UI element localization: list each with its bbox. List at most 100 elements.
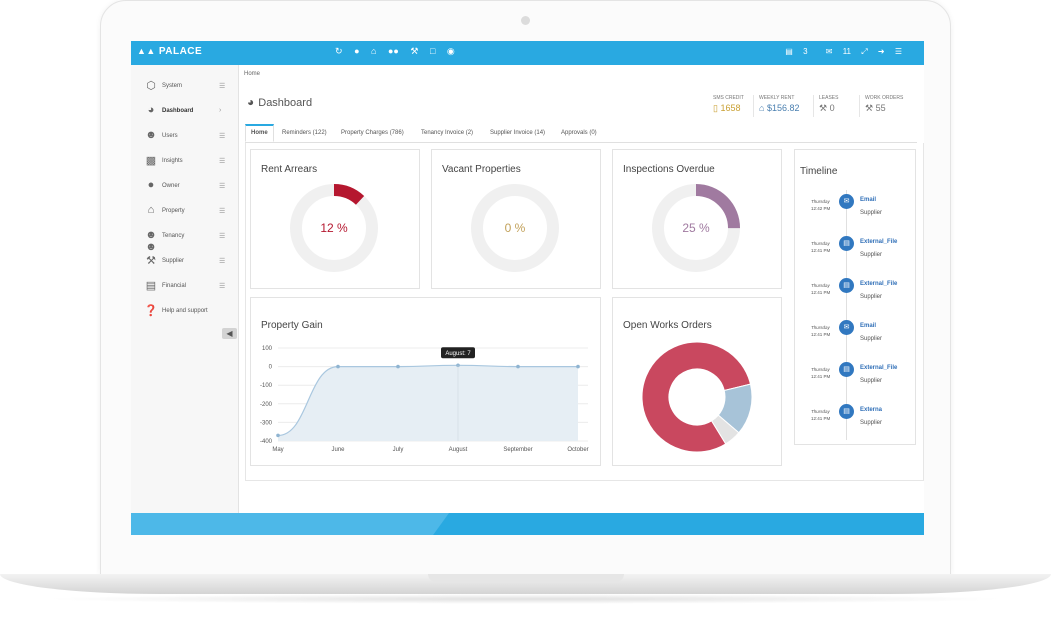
sidebar-item-owner[interactable]: ● Owner ☰: [131, 174, 238, 199]
timeline-item-name[interactable]: Email: [860, 323, 876, 329]
user-icon[interactable]: ●: [354, 46, 359, 56]
gauge-value: 0 %: [505, 221, 526, 235]
envelope-icon: ✉: [825, 47, 833, 56]
sidebar-item-help[interactable]: ❓ Help and support: [131, 299, 238, 324]
menu-icon[interactable]: ☰: [895, 47, 902, 56]
page-title-text: Dashboard: [258, 97, 313, 109]
sidebar-item-dashboard[interactable]: ◕ Dashboard ›: [131, 99, 238, 124]
logout-icon[interactable]: ➜: [878, 47, 885, 56]
tab-supplier-invoice[interactable]: Supplier Invoice (14): [485, 125, 550, 141]
sidebar-item-supplier[interactable]: ⚒ Supplier ☰: [131, 249, 238, 274]
sidebar: ⬡ System ☰ ◕ Dashboard › ☻ Users ☰ ▩ Ins…: [131, 65, 239, 513]
footer-band: [131, 513, 924, 535]
documents-button[interactable]: ▤ 3: [777, 47, 807, 56]
tooltip-text: August: 7: [445, 351, 471, 357]
timeline-date: Thursday 12:42 PM: [811, 199, 837, 211]
mobile-icon: ▯: [713, 103, 718, 113]
timeline-time: 12:41 PM: [811, 290, 831, 295]
tab-home[interactable]: Home: [245, 124, 274, 142]
bank-icon: ▤: [145, 280, 157, 292]
refresh-icon[interactable]: ↻: [335, 46, 343, 56]
vacant-properties-gauge: 0 %: [471, 184, 559, 272]
stat-value-text: 0: [829, 103, 835, 113]
y-tick-label: -400: [260, 439, 273, 445]
list-icon: ☰: [219, 258, 226, 265]
sidebar-item-system[interactable]: ⬡ System ☰: [131, 74, 238, 99]
area-fill: [278, 365, 578, 441]
fullscreen-icon[interactable]: ⤢: [861, 47, 867, 56]
timeline-item[interactable]: Thursday 12:41 PM ▤ External_File Supplier: [795, 362, 915, 405]
timeline-date: Thursday 12:41 PM: [811, 409, 837, 421]
laptop-notch: [428, 574, 624, 582]
y-tick-label: 100: [262, 346, 273, 352]
sidebar-item-property[interactable]: ⌂ Property ☰: [131, 199, 238, 224]
data-point: [576, 364, 580, 369]
tab-reminders[interactable]: Reminders (122): [277, 125, 332, 141]
timeline-item[interactable]: Thursday 12:41 PM ▤ Externa Supplier: [795, 404, 915, 447]
timeline-item[interactable]: Thursday 12:42 PM ✉ Email Supplier: [795, 194, 915, 237]
sidebar-item-users[interactable]: ☻ Users ☰: [131, 124, 238, 149]
wrench-icon[interactable]: ⚒: [410, 46, 418, 56]
sidebar-item-financial[interactable]: ▤ Financial ☰: [131, 274, 238, 299]
stat-sms-credit: SMS CREDIT ▯ 1658: [713, 95, 744, 117]
eye-icon[interactable]: ◉: [447, 46, 455, 56]
timeline-item[interactable]: Thursday 12:41 PM ▤ External_File Supplier: [795, 278, 915, 321]
messages-count: 11: [842, 47, 852, 56]
stat-work-orders: WORK ORDERS ⚒ 55: [859, 95, 903, 117]
timeline-day: Thursday: [811, 409, 830, 414]
tab-tenancy-invoice[interactable]: Tenancy Invoice (2): [416, 125, 478, 141]
y-tick-label: 0: [269, 365, 273, 371]
stat-weekly-rent: WEEKLY RENT ⌂ $156.82: [753, 95, 800, 117]
footer-highlight: [131, 513, 449, 535]
top-right-actions: ▤ 3 ✉ 11 ⤢ ➜ ☰: [769, 47, 902, 57]
file-icon: ▤: [839, 236, 854, 251]
rent-arrears-gauge: 12 %: [290, 184, 378, 272]
messages-button[interactable]: ✉ 11: [818, 47, 851, 56]
users-icon[interactable]: ●●: [388, 46, 399, 56]
list-icon: ☰: [219, 233, 226, 240]
breadcrumb[interactable]: Home: [244, 71, 260, 77]
stat-value-text: $156.82: [766, 103, 800, 113]
gauge-value: 25 %: [682, 221, 710, 235]
timeline-item[interactable]: Thursday 12:41 PM ✉ Email Supplier: [795, 320, 915, 363]
timeline-item-name[interactable]: External_File: [860, 365, 897, 371]
timeline-item-sub: Supplier: [860, 420, 883, 426]
timeline-item-name[interactable]: Email: [860, 197, 876, 203]
stat-value: ⚒ 0: [819, 103, 838, 114]
data-point: [336, 364, 340, 369]
timeline-time: 12:41 PM: [811, 332, 831, 337]
sidebar-item-insights[interactable]: ▩ Insights ☰: [131, 149, 238, 174]
sidebar-item-label: Insights: [162, 158, 183, 164]
timeline-item-sub: Supplier: [860, 378, 883, 384]
timeline-item-name[interactable]: External_File: [860, 281, 897, 287]
timeline-day: Thursday: [811, 367, 830, 372]
list-icon: ☰: [219, 283, 226, 290]
tab-property-charges[interactable]: Property Charges (786): [336, 125, 409, 141]
timeline-item[interactable]: Thursday 12:41 PM ▤ External_File Supplier: [795, 236, 915, 279]
sidebar-item-tenancy[interactable]: ☻☻ Tenancy ☰: [131, 224, 238, 253]
timeline-item-name[interactable]: Externa: [860, 407, 882, 413]
sidebar-item-label: Financial: [162, 283, 187, 289]
documents-count: 3: [803, 47, 808, 56]
home-icon: ⌂: [759, 103, 765, 113]
home-icon: ⌂: [147, 204, 155, 216]
tab-approvals[interactable]: Approvals (0): [556, 125, 602, 141]
card-vacant-properties: Vacant Properties 0 %: [431, 149, 601, 289]
sidebar-item-label: Owner: [162, 183, 180, 189]
timeline-item-name[interactable]: External_File: [860, 239, 897, 245]
stat-value: ⚒ 55: [865, 103, 903, 114]
stat-label: WORK ORDERS: [865, 95, 904, 101]
lock-icon[interactable]: □: [430, 46, 435, 56]
stat-leases: LEASES ⚒ 0: [813, 95, 838, 117]
card-inspections-overdue: Inspections Overdue 25 %: [612, 149, 782, 289]
open-works-orders-chart: [641, 341, 753, 453]
timeline-title: Timeline: [800, 166, 838, 177]
timeline-date: Thursday 12:41 PM: [811, 283, 837, 295]
home-icon[interactable]: ⌂: [371, 46, 376, 56]
x-tick-label: October: [567, 447, 588, 453]
top-navbar: ▲▲ PALACE ↻ ● ⌂ ●● ⚒ □ ◉ ▤ 3 ✉ 11 ⤢ ➜ ☰: [131, 41, 924, 65]
brand-logo[interactable]: ▲▲ PALACE: [137, 46, 202, 57]
sidebar-collapse-button[interactable]: ◀: [222, 328, 237, 339]
top-nav-icons: ↻ ● ⌂ ●● ⚒ □ ◉: [335, 46, 464, 57]
file-icon: ▤: [839, 362, 854, 377]
